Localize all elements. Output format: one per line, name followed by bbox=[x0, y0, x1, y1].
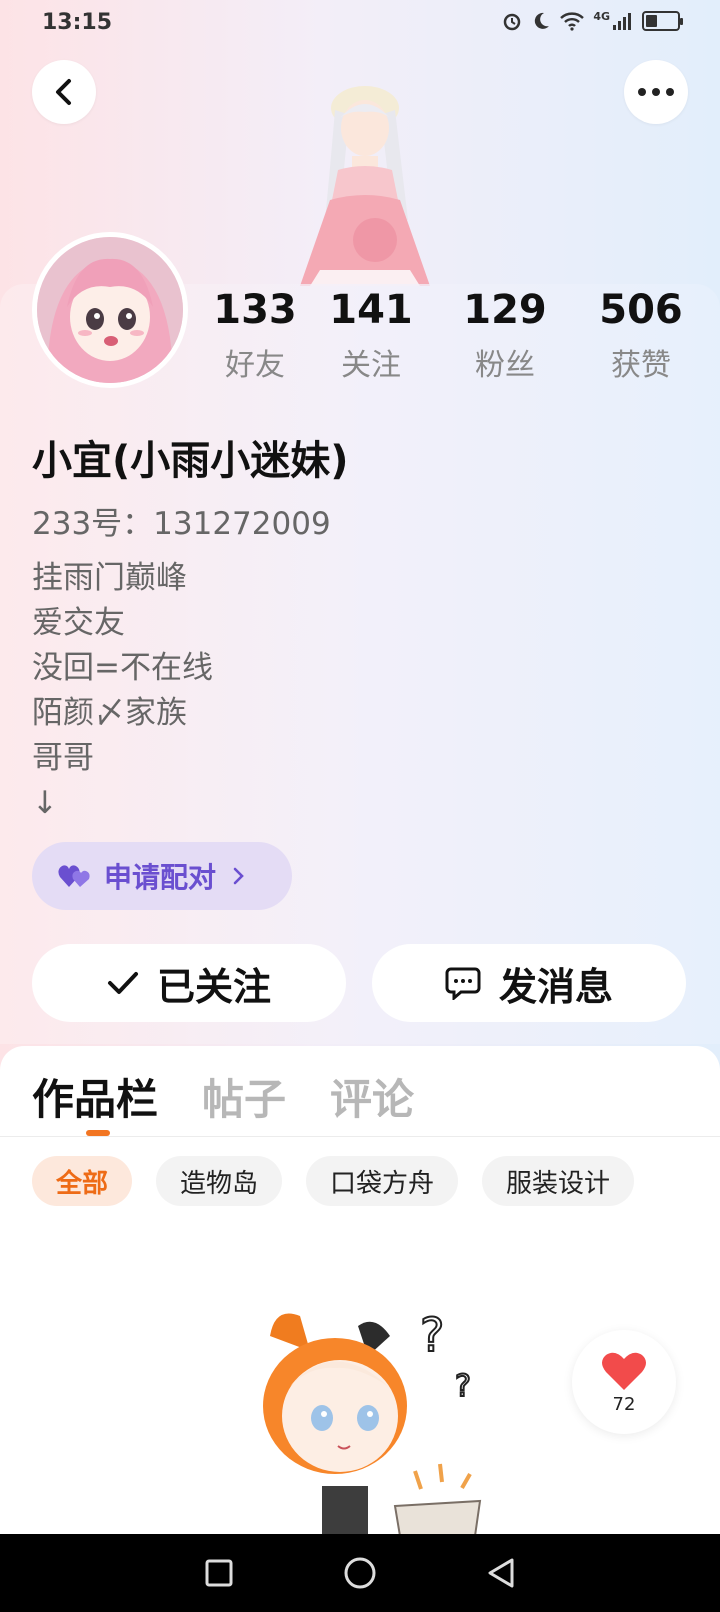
stat-value: 129 bbox=[463, 287, 547, 333]
profile-id: 233号：131272009 bbox=[32, 506, 331, 542]
stat-likes[interactable]: 506 获赞 bbox=[586, 286, 696, 384]
alarm-icon bbox=[504, 13, 521, 31]
back-triangle-icon[interactable] bbox=[486, 1557, 516, 1589]
status-bar: 13:15 4G bbox=[0, 0, 720, 48]
profile-tabs: 作品栏 帖子 评论 bbox=[32, 1066, 414, 1127]
svg-text:?: ? bbox=[420, 1308, 444, 1362]
bio-line: 爱交友 bbox=[32, 605, 125, 641]
divider bbox=[0, 1136, 720, 1137]
stat-value: 506 bbox=[599, 287, 683, 333]
stat-label: 获赞 bbox=[611, 348, 671, 383]
like-count: 72 bbox=[612, 1393, 636, 1415]
stat-label: 粉丝 bbox=[475, 348, 535, 383]
followed-label: 已关注 bbox=[156, 964, 271, 1009]
chevron-right-icon bbox=[233, 867, 244, 885]
check-icon bbox=[107, 972, 138, 994]
battery-level bbox=[646, 15, 657, 27]
bio-line: ↓ bbox=[32, 785, 58, 821]
status-time: 13:15 bbox=[42, 10, 113, 35]
like-float-button[interactable]: 72 bbox=[572, 1330, 676, 1434]
character-3d-image bbox=[300, 86, 430, 286]
bio-line: 没回=不在线 bbox=[32, 650, 213, 686]
stat-value: 141 bbox=[329, 287, 413, 333]
empty-state-mascot-image: ? ? bbox=[263, 1307, 482, 1536]
chip-all[interactable]: 全部 bbox=[32, 1156, 133, 1206]
home-circle-icon[interactable] bbox=[343, 1556, 377, 1590]
followed-button[interactable]: 已关注 bbox=[32, 944, 346, 1022]
stat-label: 好友 bbox=[225, 348, 285, 383]
chip-costume-design[interactable]: 服装设计 bbox=[482, 1156, 635, 1206]
chat-bubble-icon bbox=[445, 967, 481, 1000]
battery-icon bbox=[642, 11, 683, 31]
recents-square-icon[interactable] bbox=[204, 1558, 234, 1588]
moon-icon bbox=[535, 12, 550, 29]
back-button[interactable] bbox=[32, 60, 96, 124]
bio-line: 陌颜〆家族 bbox=[32, 695, 187, 731]
stat-friends[interactable]: 133 好友 bbox=[200, 286, 310, 384]
send-message-label: 发消息 bbox=[498, 964, 613, 1009]
stat-following[interactable]: 141 关注 bbox=[316, 286, 426, 384]
svg-text:?: ? bbox=[455, 1369, 471, 1404]
category-chips: 全部 造物岛 口袋方舟 服装设计 bbox=[32, 1156, 635, 1206]
avatar[interactable] bbox=[32, 232, 188, 388]
apply-pair-button[interactable]: 申请配对 bbox=[32, 842, 292, 910]
works-section: 作品栏 帖子 评论 全部 造物岛 口袋方舟 服装设计 ? ? 72 bbox=[0, 1046, 720, 1536]
more-dots-icon bbox=[638, 88, 674, 96]
chip-pocket-ark[interactable]: 口袋方舟 bbox=[306, 1156, 459, 1206]
chip-creation-island[interactable]: 造物岛 bbox=[156, 1156, 283, 1206]
bio-line: 哥哥 bbox=[32, 740, 94, 776]
tab-comments[interactable]: 评论 bbox=[330, 1066, 414, 1127]
heart-icon bbox=[602, 1352, 646, 1390]
signal-icon bbox=[613, 13, 631, 30]
system-nav-bar bbox=[0, 1534, 720, 1612]
send-message-button[interactable]: 发消息 bbox=[372, 944, 686, 1022]
profile-name: 小宜(小雨小迷妹) bbox=[32, 438, 349, 484]
status-icons: 4G bbox=[501, 9, 683, 32]
stat-fans[interactable]: 129 粉丝 bbox=[450, 286, 560, 384]
tab-works[interactable]: 作品栏 bbox=[32, 1066, 158, 1127]
stat-value: 133 bbox=[213, 287, 297, 333]
stat-label: 关注 bbox=[341, 348, 401, 383]
wifi-icon bbox=[560, 12, 585, 31]
bio-line: 挂雨门巅峰 bbox=[32, 560, 187, 596]
profile-bio: 挂雨门巅峰 爱交友 没回=不在线 陌颜〆家族 哥哥 ↓ bbox=[32, 556, 213, 826]
network-label: 4G bbox=[593, 9, 610, 23]
tab-posts[interactable]: 帖子 bbox=[202, 1066, 286, 1127]
chevron-left-icon bbox=[56, 79, 71, 105]
apply-pair-label: 申请配对 bbox=[104, 861, 217, 894]
more-options-button[interactable] bbox=[624, 60, 688, 124]
profile-stats: 133 好友 141 关注 129 粉丝 506 获赞 bbox=[200, 286, 700, 386]
double-heart-icon bbox=[58, 865, 90, 887]
